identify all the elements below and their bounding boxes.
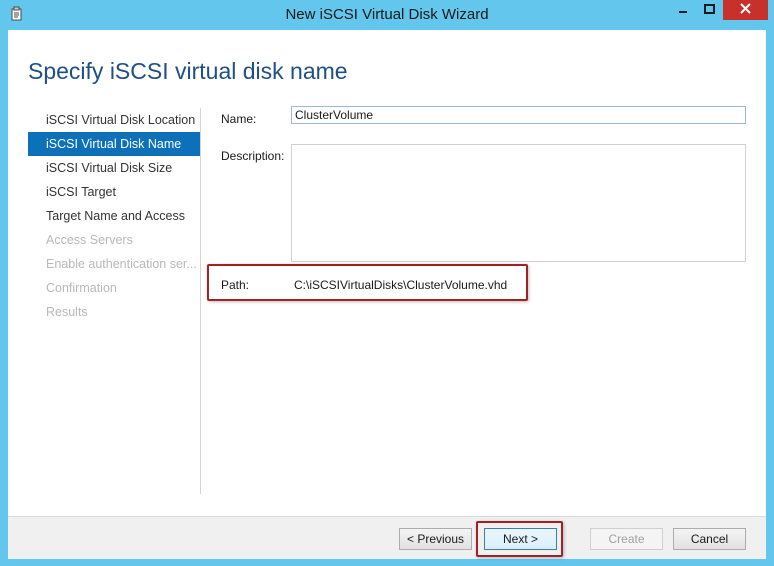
minimize-button[interactable] (670, 0, 696, 20)
create-button: Create (590, 528, 663, 550)
page-title: Specify iSCSI virtual disk name (28, 58, 348, 84)
minimize-icon (678, 1, 688, 19)
steps-divider (200, 108, 201, 494)
wizard-footer: < Previous Next > Create Cancel (8, 516, 766, 559)
previous-button[interactable]: < Previous (399, 528, 472, 550)
step-confirmation: Confirmation (46, 281, 117, 295)
description-textarea[interactable] (291, 144, 746, 262)
step-disk-size[interactable]: iSCSI Virtual Disk Size (28, 156, 200, 180)
step-enable-authentication: Enable authentication ser... (46, 257, 197, 271)
maximize-button[interactable] (696, 0, 722, 20)
step-disk-name[interactable]: iSCSI Virtual Disk Name (28, 132, 200, 156)
step-target-name-access[interactable]: Target Name and Access (28, 204, 200, 228)
description-label: Description: (221, 149, 285, 163)
wizard-content: Specify iSCSI virtual disk name iSCSI Vi… (8, 30, 766, 559)
maximize-icon (703, 1, 715, 19)
step-disk-location[interactable]: iSCSI Virtual Disk Location (28, 108, 200, 132)
title-bar[interactable]: New iSCSI Virtual Disk Wizard (0, 0, 774, 30)
next-button[interactable]: Next > (484, 528, 557, 550)
cancel-button[interactable]: Cancel (673, 528, 746, 550)
close-icon (740, 1, 751, 19)
step-iscsi-target[interactable]: iSCSI Target (28, 180, 200, 204)
name-input[interactable] (291, 106, 746, 124)
step-access-servers: Access Servers (46, 233, 133, 247)
window-title: New iSCSI Virtual Disk Wizard (285, 6, 489, 23)
step-results: Results (46, 305, 88, 319)
close-button[interactable] (723, 0, 768, 20)
wizard-window: New iSCSI Virtual Disk Wizard Specify iS… (0, 0, 774, 566)
path-value: C:\iSCSIVirtualDisks\ClusterVolume.vhd (294, 278, 508, 292)
path-label: Path: (221, 278, 250, 292)
wizard-steps: iSCSI Virtual Disk Location iSCSI Virtua… (28, 108, 200, 324)
name-label: Name: (221, 112, 257, 126)
